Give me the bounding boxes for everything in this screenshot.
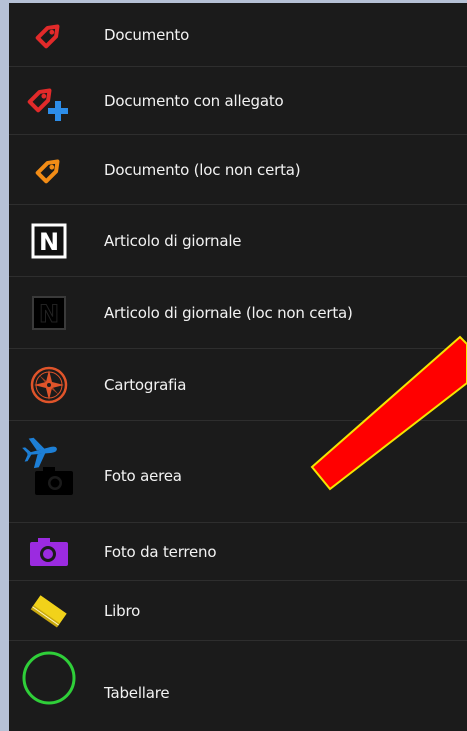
legend-item-documento[interactable]: Documento	[9, 3, 467, 67]
legend-panel: Documento Documento con allegato Documen…	[9, 3, 467, 731]
legend-item-foto-aerea[interactable]: Foto aerea	[9, 421, 467, 523]
green-circle-icon	[9, 641, 89, 731]
legend-item-foto-da-terreno[interactable]: Foto da terreno	[9, 523, 467, 581]
compass-rose-icon	[9, 349, 89, 421]
legend-item-documento-loc-non-certa[interactable]: Documento (loc non certa)	[9, 135, 467, 205]
legend-item-tabellare[interactable]: Tabellare	[9, 641, 467, 731]
newspaper-n-dark-icon: N	[9, 277, 89, 349]
legend-item-label: Cartografia	[104, 375, 187, 394]
legend-item-documento-con-allegato[interactable]: Documento con allegato	[9, 67, 467, 135]
legend-item-label: Articolo di giornale (loc non certa)	[104, 303, 353, 322]
screenshot-frame: Documento Documento con allegato Documen…	[0, 0, 467, 731]
legend-item-label: Foto aerea	[104, 467, 182, 485]
legend-item-label: Articolo di giornale	[104, 231, 242, 250]
legend-item-label: Documento con allegato	[104, 91, 284, 110]
legend-item-articolo-di-giornale-loc-non-certa[interactable]: N Articolo di giornale (loc non certa)	[9, 277, 467, 349]
red-tag-icon	[9, 3, 89, 67]
legend-item-label: Documento	[104, 25, 190, 44]
legend-item-libro[interactable]: Libro	[9, 581, 467, 641]
airplane-camera-icon	[9, 421, 89, 523]
legend-item-articolo-di-giornale[interactable]: N Articolo di giornale	[9, 205, 467, 277]
legend-item-cartografia[interactable]: Cartografia	[9, 349, 467, 421]
purple-camera-icon	[9, 523, 89, 581]
orange-tag-icon	[9, 135, 89, 205]
legend-item-label: Tabellare	[104, 684, 170, 702]
red-tag-plus-icon	[9, 67, 89, 135]
newspaper-n-icon: N	[9, 205, 89, 277]
svg-text:N: N	[39, 300, 59, 328]
yellow-book-icon	[9, 581, 89, 641]
legend-item-label: Foto da terreno	[104, 542, 217, 561]
svg-text:N: N	[39, 228, 59, 256]
legend-item-label: Documento (loc non certa)	[104, 160, 301, 179]
legend-item-label: Libro	[104, 601, 141, 620]
